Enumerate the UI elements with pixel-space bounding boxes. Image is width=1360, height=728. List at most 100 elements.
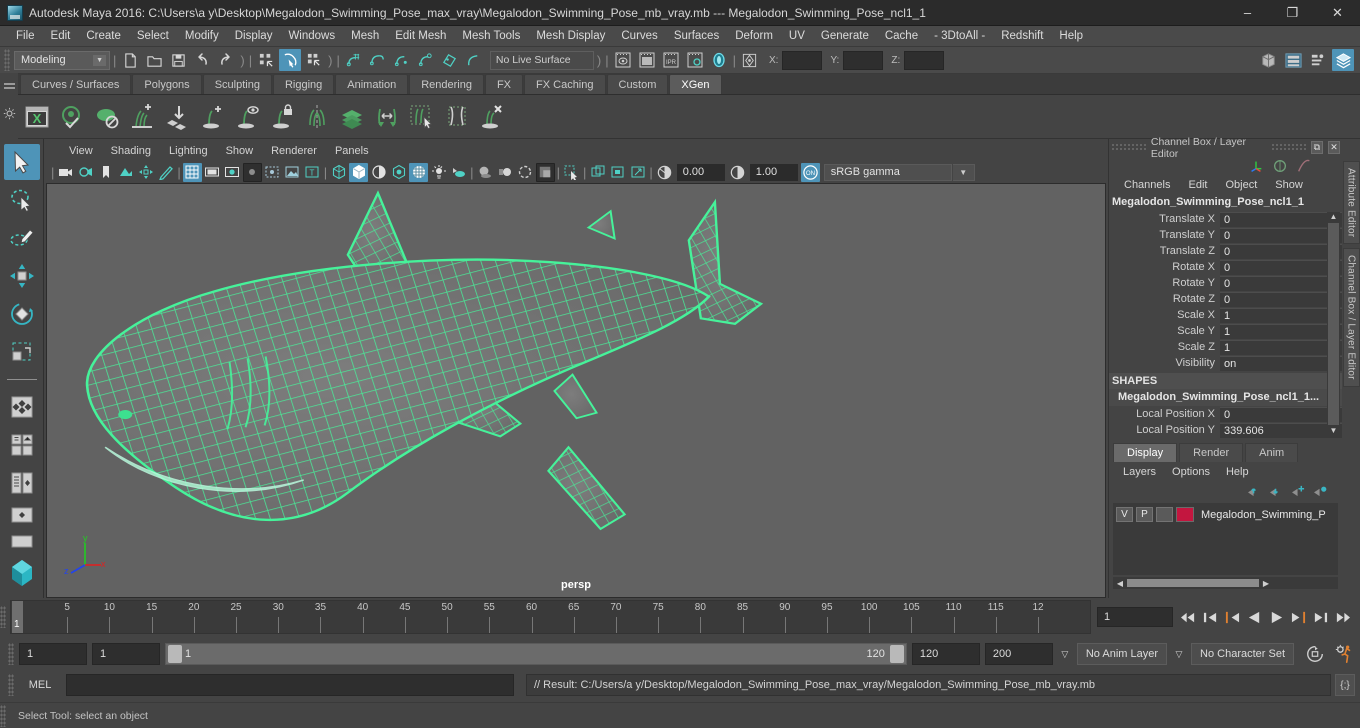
shelf-tab-polygons[interactable]: Polygons bbox=[132, 74, 202, 94]
character-set-chevron-icon[interactable]: ▽ bbox=[1172, 649, 1186, 660]
grid-toggle-icon[interactable] bbox=[182, 162, 202, 182]
layer-name[interactable]: Megalodon_Swimming_P bbox=[1197, 509, 1326, 521]
xgen-region-icon[interactable] bbox=[440, 100, 474, 134]
move-tool-icon[interactable] bbox=[4, 258, 40, 294]
snap-to-point-icon[interactable] bbox=[391, 49, 413, 71]
shelf-tab-fx-caching[interactable]: FX Caching bbox=[524, 74, 606, 94]
shade-wireframe-icon[interactable] bbox=[369, 163, 388, 182]
layer-menu-layers[interactable]: Layers bbox=[1115, 466, 1164, 478]
shelf-tab-custom[interactable]: Custom bbox=[606, 74, 669, 94]
scroll-up-arrow-icon[interactable]: ▲ bbox=[1330, 212, 1338, 222]
viewport-menu-lighting[interactable]: Lighting bbox=[160, 142, 217, 161]
make-live-icon[interactable] bbox=[463, 49, 485, 71]
character-set-selector[interactable]: No Character Set bbox=[1191, 643, 1294, 665]
menu-edit[interactable]: Edit bbox=[43, 26, 79, 47]
go-to-start-icon[interactable] bbox=[1178, 606, 1198, 628]
smooth-shade-all-icon[interactable] bbox=[349, 162, 369, 182]
channel-row-rotate-z[interactable]: Rotate Z 0 bbox=[1109, 291, 1342, 307]
maya-logo-icon[interactable] bbox=[4, 555, 40, 591]
tab-render[interactable]: Render bbox=[1179, 443, 1244, 462]
display-layer-list[interactable]: V P Megalodon_Swimming_P bbox=[1113, 503, 1338, 575]
wireframe-shading-icon[interactable] bbox=[329, 163, 348, 182]
auto-keyframe-icon[interactable] bbox=[1305, 644, 1325, 664]
extra-layout-icon[interactable] bbox=[4, 529, 40, 553]
persp-outliner-layout-icon[interactable] bbox=[4, 427, 40, 463]
xgen-guide-visibility-icon[interactable] bbox=[230, 100, 264, 134]
menu-select[interactable]: Select bbox=[129, 26, 177, 47]
animation-preferences-icon[interactable] bbox=[1334, 644, 1354, 664]
menu-redshift[interactable]: Redshift bbox=[993, 26, 1051, 47]
channel-value[interactable]: 0 bbox=[1220, 243, 1342, 259]
channel-value[interactable]: on bbox=[1220, 355, 1342, 371]
move-axis-icon[interactable] bbox=[1248, 158, 1264, 174]
menu-curves[interactable]: Curves bbox=[613, 26, 665, 47]
shelf-tab-fx[interactable]: FX bbox=[484, 74, 524, 94]
hardware-texturing-icon[interactable] bbox=[409, 162, 429, 182]
tab-display[interactable]: Display bbox=[1113, 443, 1178, 462]
channel-menu-channels[interactable]: Channels bbox=[1115, 179, 1179, 191]
layer-visibility-toggle[interactable]: V bbox=[1116, 507, 1133, 522]
layer-shading-toggle[interactable] bbox=[1156, 507, 1173, 522]
xgen-editor-icon[interactable]: X bbox=[20, 100, 54, 134]
playback-start-time-field[interactable]: 1 bbox=[92, 643, 160, 665]
channel-value[interactable]: 0 bbox=[1220, 259, 1342, 275]
single-perspective-layout-icon[interactable] bbox=[4, 503, 40, 527]
undo-icon[interactable] bbox=[191, 49, 213, 71]
shelf-tab-sculpting[interactable]: Sculpting bbox=[202, 74, 272, 94]
redo-icon[interactable] bbox=[215, 49, 237, 71]
channel-row-local-position-y[interactable]: Local Position Y 339.606 bbox=[1109, 422, 1342, 438]
step-forward-frame-icon[interactable] bbox=[1288, 606, 1308, 628]
scroll-down-arrow-icon[interactable]: ▼ bbox=[1330, 426, 1338, 436]
playback-end-time-field[interactable]: 120 bbox=[911, 643, 980, 665]
xgen-disable-preview-icon[interactable] bbox=[90, 100, 124, 134]
channel-row-translate-y[interactable]: Translate Y 0 bbox=[1109, 227, 1342, 243]
use-all-lights-icon[interactable] bbox=[429, 163, 448, 182]
channel-value[interactable]: 0 bbox=[1220, 211, 1342, 227]
channel-value[interactable]: 1 bbox=[1220, 339, 1342, 355]
panel-grip-right[interactable] bbox=[1270, 143, 1306, 152]
viewport-menu-show[interactable]: Show bbox=[217, 142, 263, 161]
select-by-object-type-icon[interactable] bbox=[279, 49, 302, 71]
render-current-frame-icon[interactable] bbox=[612, 49, 634, 71]
close-panel-icon[interactable]: ✕ bbox=[1327, 141, 1341, 154]
color-management-select[interactable]: sRGB gamma bbox=[823, 163, 952, 181]
move-layer-up-icon[interactable] bbox=[1247, 485, 1262, 498]
shelf-tab-rendering[interactable]: Rendering bbox=[409, 74, 484, 94]
multisample-aa-icon[interactable] bbox=[516, 163, 535, 182]
xray-icon[interactable] bbox=[263, 163, 282, 182]
layer-color-swatch[interactable] bbox=[1176, 507, 1194, 522]
channel-value[interactable]: 339.606 bbox=[1220, 422, 1342, 438]
snap-to-curve-icon[interactable] bbox=[367, 49, 389, 71]
depth-of-field-icon[interactable] bbox=[535, 162, 555, 182]
layer-playback-toggle[interactable]: P bbox=[1136, 507, 1153, 522]
select-camera-icon[interactable] bbox=[56, 163, 75, 182]
menu-edit-mesh[interactable]: Edit Mesh bbox=[387, 26, 454, 47]
gamma-field[interactable]: 1.00 bbox=[749, 163, 798, 181]
anim-layer-selector[interactable]: No Anim Layer bbox=[1076, 643, 1168, 665]
command-line-grip[interactable] bbox=[8, 674, 14, 696]
channel-value[interactable]: 1 bbox=[1220, 307, 1342, 323]
menu-modify[interactable]: Modify bbox=[177, 26, 227, 47]
transform-y-field[interactable] bbox=[843, 50, 884, 70]
channel-value[interactable]: 0 bbox=[1220, 275, 1342, 291]
menu-mesh[interactable]: Mesh bbox=[343, 26, 387, 47]
resolution-gate-icon[interactable] bbox=[223, 163, 242, 182]
vertical-tab-channel-box[interactable]: Channel Box / Layer Editor bbox=[1342, 248, 1360, 388]
status-line-grip[interactable] bbox=[4, 49, 10, 71]
tab-anim[interactable]: Anim bbox=[1245, 443, 1299, 462]
layer-row[interactable]: V P Megalodon_Swimming_P bbox=[1116, 506, 1335, 523]
step-forward-key-icon[interactable] bbox=[1310, 606, 1330, 628]
transform-z-field[interactable] bbox=[904, 50, 945, 70]
snap-to-grid-icon[interactable] bbox=[343, 49, 365, 71]
script-editor-icon[interactable]: {;} bbox=[1335, 674, 1355, 696]
new-layer-icon[interactable] bbox=[1291, 485, 1306, 498]
step-back-frame-icon[interactable] bbox=[1222, 606, 1242, 628]
hypergraph-layout-icon[interactable] bbox=[4, 465, 40, 501]
viewport-3d[interactable]: y x z persp bbox=[46, 183, 1106, 598]
menu-3dtoall[interactable]: - 3DtoAll - bbox=[926, 26, 993, 47]
gamma-icon[interactable] bbox=[728, 163, 747, 182]
time-slider-grip[interactable] bbox=[0, 606, 6, 628]
range-slider-right-handle[interactable] bbox=[889, 645, 904, 663]
film-gate-icon[interactable] bbox=[203, 163, 222, 182]
tear-off-copy-icon[interactable] bbox=[608, 163, 627, 182]
